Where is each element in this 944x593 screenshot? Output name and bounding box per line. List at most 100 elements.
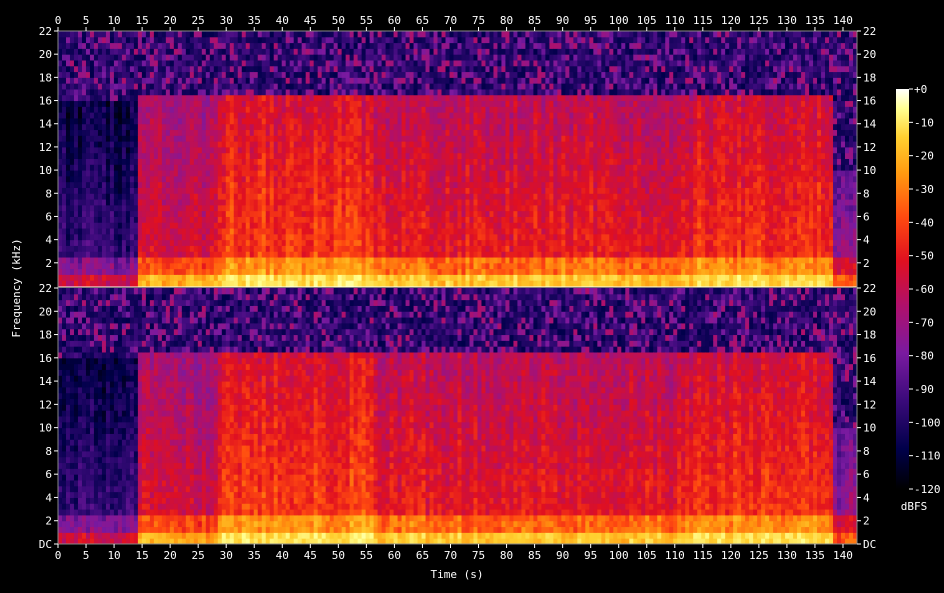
spectrogram-cell xyxy=(254,60,259,66)
spectrogram-cell xyxy=(282,31,287,37)
spectrogram-cell xyxy=(182,159,187,165)
spectrogram-cell xyxy=(222,106,227,112)
spectrogram-cell xyxy=(322,95,327,101)
spectrogram-cell xyxy=(254,170,259,176)
spectrogram-cell xyxy=(166,205,171,211)
spectrogram-cell xyxy=(286,251,291,257)
spectrogram-cell xyxy=(358,234,363,240)
spectrogram-cell xyxy=(298,182,303,188)
spectrogram-cell xyxy=(86,205,91,211)
spectrogram-cell xyxy=(310,263,315,269)
spectrogram-cell xyxy=(142,112,147,118)
spectrogram-cell xyxy=(150,211,155,217)
spectrogram-cell xyxy=(62,31,67,37)
spectrogram-cell xyxy=(186,95,191,101)
spectrogram-cell xyxy=(122,269,127,275)
spectrogram-cell xyxy=(290,43,295,49)
spectrogram-cell xyxy=(302,37,307,43)
spectrogram-cell xyxy=(118,89,123,95)
spectrogram-cell xyxy=(298,274,303,280)
spectrogram-cell xyxy=(66,263,71,269)
spectrogram-cell xyxy=(102,269,107,275)
spectrogram-cell xyxy=(190,37,195,43)
spectrogram-cell xyxy=(90,280,95,286)
spectrogram-cell xyxy=(118,187,123,193)
spectrogram-cell xyxy=(66,83,71,89)
spectrogram-cell xyxy=(362,147,367,153)
spectrogram-cell xyxy=(250,193,255,199)
spectrogram-cell xyxy=(166,245,171,251)
spectrogram-cell xyxy=(294,60,299,66)
spectrogram-cell xyxy=(238,245,243,251)
spectrogram-cell xyxy=(106,135,111,141)
spectrogram-cell xyxy=(106,257,111,263)
spectrogram-cell xyxy=(146,31,151,37)
spectrogram-cell xyxy=(254,199,259,205)
spectrogram-cell xyxy=(174,251,179,257)
spectrogram-cell xyxy=(158,159,163,165)
spectrogram-cell xyxy=(274,280,279,286)
spectrogram-cell xyxy=(302,89,307,95)
spectrogram-cell xyxy=(234,257,239,263)
spectrogram-cell xyxy=(178,147,183,153)
spectrogram-cell xyxy=(246,89,251,95)
spectrogram-cell xyxy=(102,164,107,170)
spectrogram-cell xyxy=(286,141,291,147)
spectrogram-cell xyxy=(238,60,243,66)
spectrogram-cell xyxy=(178,269,183,275)
spectrogram-cell xyxy=(82,37,87,43)
spectrogram-cell xyxy=(290,77,295,83)
spectrogram-cell xyxy=(122,112,127,118)
spectrogram-cell xyxy=(254,31,259,37)
spectrogram-cell xyxy=(206,234,211,240)
spectrogram-cell xyxy=(122,124,127,130)
spectrogram-cell xyxy=(330,135,335,141)
spectrogram-cell xyxy=(326,280,331,286)
spectrogram-cell xyxy=(282,199,287,205)
spectrogram-cell xyxy=(66,240,71,246)
spectrogram-cell xyxy=(338,37,343,43)
spectrogram-cell xyxy=(190,269,195,275)
spectrogram-cell xyxy=(294,37,299,43)
spectrogram-cell xyxy=(270,89,275,95)
spectrogram-cell xyxy=(326,187,331,193)
spectrogram-cell xyxy=(170,211,175,217)
spectrogram-cell xyxy=(346,245,351,251)
spectrogram-cell xyxy=(330,280,335,286)
spectrogram-cell xyxy=(238,182,243,188)
spectrogram-cell xyxy=(246,187,251,193)
spectrogram-cell xyxy=(122,205,127,211)
spectrogram-cell xyxy=(66,106,71,112)
spectrogram-cell xyxy=(234,95,239,101)
spectrogram-cell xyxy=(174,66,179,72)
spectrogram-cell xyxy=(62,83,67,89)
spectrogram-cell xyxy=(298,257,303,263)
spectrogram-cell xyxy=(358,205,363,211)
spectrogram-cell xyxy=(226,274,231,280)
spectrogram-cell xyxy=(282,118,287,124)
spectrogram-cell xyxy=(326,205,331,211)
spectrogram-cell xyxy=(338,269,343,275)
spectrogram-cell xyxy=(166,187,171,193)
spectrogram-cell xyxy=(86,153,91,159)
spectrogram-cell xyxy=(350,54,355,60)
spectrogram-cell xyxy=(166,269,171,275)
spectrogram-cell xyxy=(202,269,207,275)
spectrogram-cell xyxy=(314,164,319,170)
spectrogram-cell xyxy=(290,240,295,246)
spectrogram-cell xyxy=(230,66,235,72)
spectrogram-cell xyxy=(134,147,139,153)
spectrogram-cell xyxy=(162,31,167,37)
spectrogram-cell xyxy=(138,106,143,112)
spectrogram-cell xyxy=(150,222,155,228)
spectrogram-cell xyxy=(242,199,247,205)
spectrogram-cell xyxy=(146,159,151,165)
spectrogram-cell xyxy=(302,240,307,246)
spectrogram-cell xyxy=(86,211,91,217)
spectrogram-cell xyxy=(230,54,235,60)
spectrogram-cell xyxy=(214,43,219,49)
spectrogram-cell xyxy=(154,245,159,251)
spectrogram-cell xyxy=(106,130,111,136)
spectrogram-cell xyxy=(350,211,355,217)
spectrogram-cell xyxy=(302,124,307,130)
